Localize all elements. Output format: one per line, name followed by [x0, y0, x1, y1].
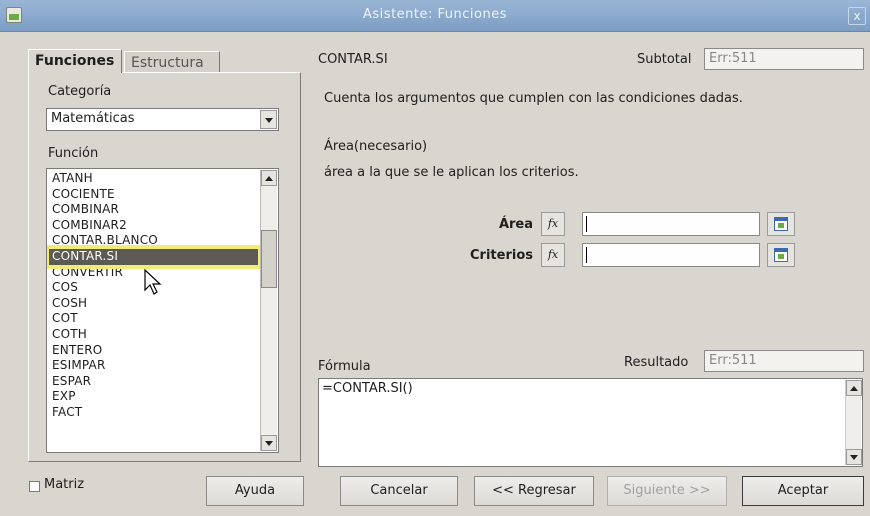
shrink-icon [774, 217, 788, 231]
ok-button[interactable]: Aceptar [742, 476, 864, 506]
list-item[interactable]: COMBINAR2 [49, 218, 258, 234]
function-list-scrollbar[interactable] [260, 170, 277, 451]
result-field: Err:511 [704, 350, 864, 372]
list-item[interactable]: CONTAR.BLANCO [49, 233, 258, 249]
formula-editor[interactable]: =CONTAR.SI() [318, 378, 863, 467]
title-bar: Asistente: Funciones x [0, 0, 870, 32]
list-item[interactable]: COT [49, 311, 258, 327]
formula-label: Fórmula [318, 359, 371, 374]
function-label: Función [48, 146, 99, 161]
param-title: Área(necesario) [324, 139, 428, 154]
cancel-button[interactable]: Cancelar [340, 476, 458, 506]
help-button[interactable]: Ayuda [206, 476, 304, 506]
scroll-thumb[interactable] [261, 230, 277, 288]
formula-scrollbar[interactable] [845, 380, 862, 465]
fx-icon[interactable]: fx [541, 243, 565, 267]
matrix-checkbox[interactable] [29, 481, 40, 492]
arg-label-area: Área [498, 217, 533, 232]
list-item[interactable]: ATANH [49, 171, 258, 187]
criterios-input[interactable] [582, 243, 760, 267]
scroll-up-icon[interactable] [261, 170, 277, 186]
next-button[interactable]: Siguiente >> [607, 476, 727, 506]
param-description: área a la que se le aplican los criterio… [324, 165, 579, 180]
scroll-down-icon[interactable] [261, 435, 277, 451]
category-value: Matemáticas [51, 111, 135, 126]
list-item[interactable]: COMBINAR [49, 202, 258, 218]
list-item[interactable]: FACT [49, 405, 258, 421]
shrink-area-button[interactable] [767, 212, 795, 236]
category-label: Categoría [48, 84, 112, 99]
list-item[interactable]: COSH [49, 296, 258, 312]
scroll-down-icon[interactable] [846, 449, 862, 465]
list-item[interactable]: ENTERO [49, 343, 258, 359]
list-item[interactable]: EXP [49, 389, 258, 405]
window-title: Asistente: Funciones [363, 7, 507, 22]
function-description: Cuenta los argumentos que cumplen con la… [324, 91, 743, 106]
subtotal-field: Err:511 [704, 48, 864, 70]
back-button[interactable]: << Regresar [474, 476, 594, 506]
tab-funciones[interactable]: Funciones [28, 49, 122, 73]
result-label: Resultado [624, 355, 689, 370]
function-list[interactable]: ATANH COCIENTE COMBINAR COMBINAR2 CONTAR… [46, 168, 279, 453]
category-select[interactable]: Matemáticas [46, 108, 279, 131]
function-name: CONTAR.SI [318, 52, 388, 67]
tab-estructura[interactable]: Estructura [124, 51, 220, 72]
area-input[interactable] [582, 212, 760, 236]
list-item[interactable]: ESIMPAR [49, 358, 258, 374]
matrix-label: Matriz [44, 477, 85, 492]
list-item[interactable]: COTH [49, 327, 258, 343]
list-item-selected[interactable]: CONTAR.SI [47, 245, 262, 269]
chevron-down-icon[interactable] [260, 110, 277, 129]
arg-label-criterios: Criterios [470, 248, 533, 263]
fx-icon[interactable]: fx [541, 212, 565, 236]
shrink-criterios-button[interactable] [767, 243, 795, 267]
list-item[interactable]: ESPAR [49, 374, 258, 390]
list-item[interactable]: COCIENTE [49, 187, 258, 203]
scroll-up-icon[interactable] [846, 380, 862, 396]
shrink-icon [774, 248, 788, 262]
mouse-pointer-icon [144, 268, 162, 295]
formula-text: =CONTAR.SI() [322, 381, 413, 396]
subtotal-label: Subtotal [637, 52, 692, 67]
close-button[interactable]: x [848, 7, 866, 25]
